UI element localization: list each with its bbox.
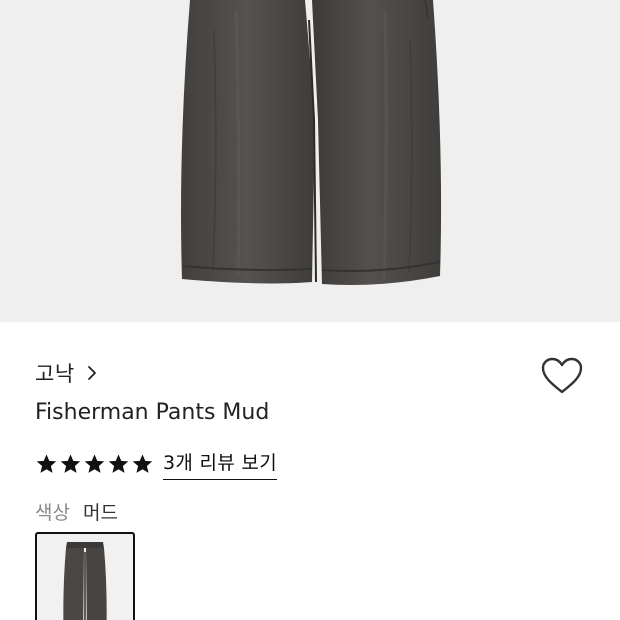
product-detail-page: 고낙 Fisherman Pants Mud 3개 리뷰 보기 색상 머드 xyxy=(0,0,620,620)
brand-name: 고낙 xyxy=(35,362,75,386)
rating-row: 3개 리뷰 보기 xyxy=(35,448,277,480)
trousers-thumbnail xyxy=(63,542,107,620)
star-filled-icon xyxy=(108,454,129,473)
trousers-illustration xyxy=(181,0,442,285)
product-info-panel: 고낙 Fisherman Pants Mud 3개 리뷰 보기 색상 머드 xyxy=(0,322,620,620)
color-label: 색상 xyxy=(35,502,70,524)
product-hero-image[interactable] xyxy=(0,0,620,322)
star-filled-icon xyxy=(132,454,153,473)
star-rating xyxy=(35,453,154,475)
chevron-right-icon xyxy=(85,365,99,381)
color-swatch-selected[interactable] xyxy=(35,532,135,620)
star-filled-icon xyxy=(60,454,81,473)
product-title: Fisherman Pants Mud xyxy=(35,400,270,425)
review-link[interactable]: 3개 리뷰 보기 xyxy=(163,448,277,480)
color-option-row: 색상 머드 xyxy=(35,498,118,525)
heart-outline-icon[interactable] xyxy=(540,356,584,396)
brand-link[interactable]: 고낙 xyxy=(35,358,99,388)
star-filled-icon xyxy=(84,454,105,473)
star-filled-icon xyxy=(36,454,57,473)
color-value: 머드 xyxy=(82,502,118,524)
